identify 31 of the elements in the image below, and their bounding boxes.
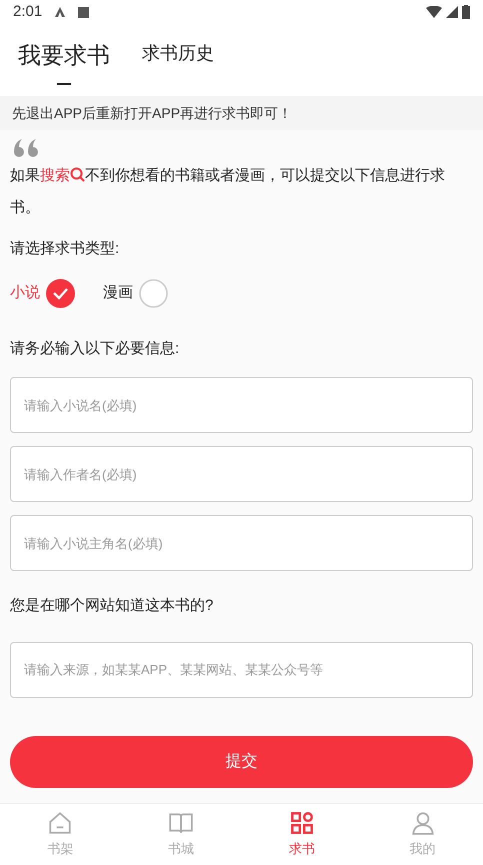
source-prompt: 您是在哪个网站知道这本书的? bbox=[10, 596, 214, 616]
source-field[interactable]: 请输入来源，如某某APP、某某网站、某某公众号等 bbox=[10, 642, 473, 698]
intro-text: 如果搜索 不到你想看的书籍或者漫画，可以提交以下信息进行求书。 bbox=[10, 166, 446, 218]
tab[interactable]: 求书历史 bbox=[142, 38, 214, 67]
user-icon bbox=[410, 810, 436, 836]
notification-icon bbox=[78, 6, 90, 18]
notice-text: 先退出APP后重新打开APP再进行求书即可！ bbox=[12, 104, 292, 122]
nav-tab[interactable]: 求书 bbox=[242, 804, 362, 865]
grid-icon bbox=[288, 810, 315, 836]
status-time: 2:01 bbox=[13, 2, 42, 22]
home-icon bbox=[47, 810, 74, 836]
input-field[interactable]: 请输入小说名(必填) bbox=[10, 377, 473, 433]
submit-button[interactable]: 提交 bbox=[10, 736, 473, 788]
signal-icon bbox=[446, 6, 458, 18]
search-link[interactable]: 搜索 bbox=[40, 167, 70, 184]
battery-icon bbox=[462, 5, 470, 19]
tab[interactable]: 我要求书 bbox=[18, 38, 110, 84]
input-field[interactable]: 请输入作者名(必填) bbox=[10, 446, 473, 502]
nav-tab[interactable]: 我的 bbox=[362, 804, 483, 865]
nav-tab[interactable]: 书城 bbox=[120, 804, 242, 865]
nav-tab[interactable]: 书架 bbox=[0, 804, 121, 865]
wifi-icon bbox=[426, 6, 442, 18]
quote-icon bbox=[12, 138, 40, 158]
type-prompt: 请选择求书类型: bbox=[10, 239, 120, 259]
radio-option[interactable]: 漫画 bbox=[103, 278, 168, 308]
input-field[interactable]: 请输入小说主角名(必填) bbox=[10, 515, 473, 571]
notification-icon bbox=[54, 6, 66, 18]
search-icon bbox=[70, 167, 85, 182]
radio-option[interactable]: 小说 bbox=[10, 278, 75, 308]
info-prompt: 请务必输入以下必要信息: bbox=[10, 338, 180, 358]
tab-indicator bbox=[57, 82, 71, 84]
